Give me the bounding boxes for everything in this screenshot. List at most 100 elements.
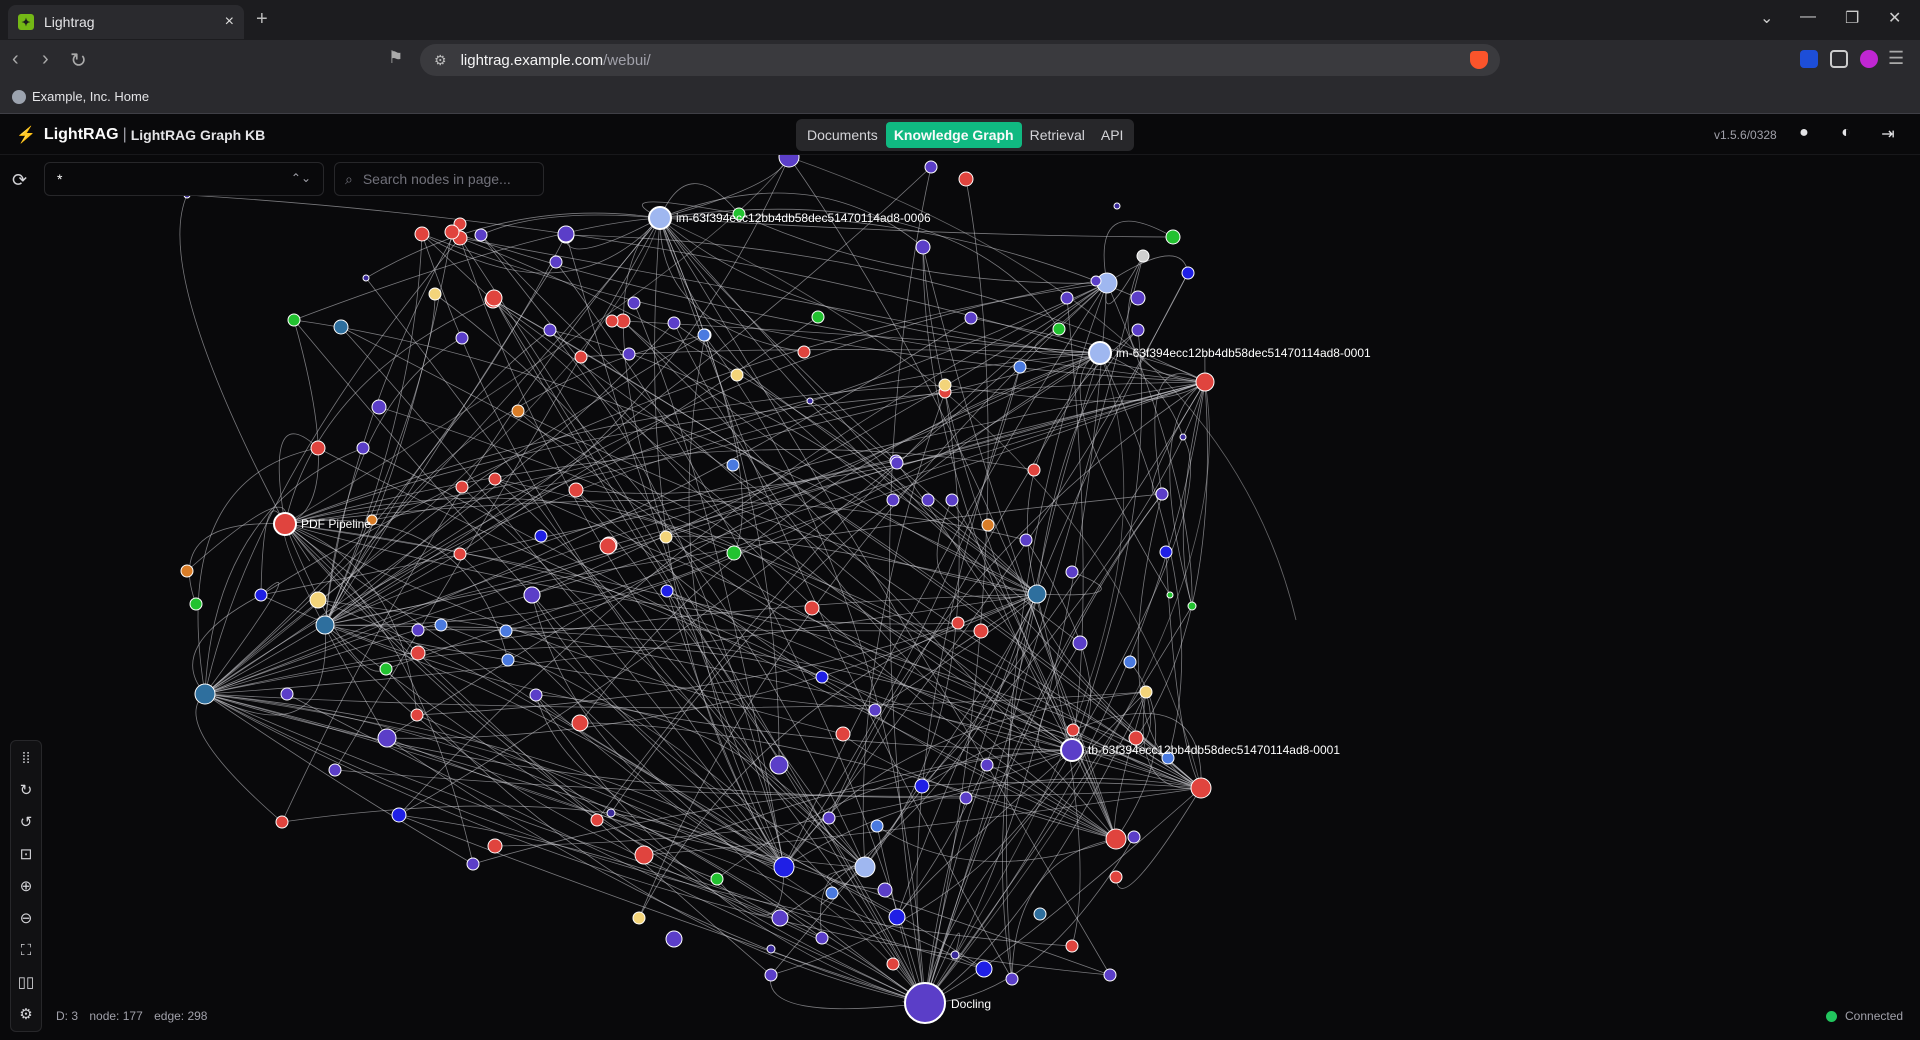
graph-node[interactable] xyxy=(362,274,370,282)
search-input[interactable] xyxy=(360,170,521,188)
graph-node[interactable] xyxy=(804,600,820,616)
graph-node[interactable] xyxy=(778,155,800,168)
graph-node[interactable] xyxy=(1013,360,1027,374)
graph-node[interactable] xyxy=(981,518,995,532)
graph-node[interactable] xyxy=(1113,202,1121,210)
graph-node[interactable] xyxy=(605,314,619,328)
legend-icon[interactable]: ▯▯ xyxy=(11,969,41,995)
graph-node[interactable] xyxy=(1190,777,1212,799)
graph-node[interactable] xyxy=(815,670,829,684)
graph-node[interactable] xyxy=(854,856,876,878)
graph-node[interactable] xyxy=(1123,655,1137,669)
graph-node[interactable] xyxy=(410,708,424,722)
bookmark-icon[interactable]: ⚑ xyxy=(388,48,403,68)
graph-node[interactable] xyxy=(455,331,469,345)
graph-node[interactable] xyxy=(886,493,900,507)
graph-node[interactable] xyxy=(1105,828,1127,850)
graph-node[interactable] xyxy=(574,350,588,364)
graph-node[interactable] xyxy=(659,530,673,544)
graph-node[interactable] xyxy=(1195,372,1215,392)
graph-node[interactable] xyxy=(501,653,515,667)
graph-node[interactable] xyxy=(915,239,931,255)
graph-node[interactable] xyxy=(806,397,814,405)
brand[interactable]: ⚡ LightRAG | LightRAG Graph KB xyxy=(16,125,265,145)
graph-node[interactable] xyxy=(950,950,960,960)
graph-node[interactable] xyxy=(1052,322,1066,336)
graph-node[interactable] xyxy=(1065,565,1079,579)
graph-node[interactable] xyxy=(1165,229,1181,245)
forward-icon[interactable]: › xyxy=(42,48,49,71)
graph-node[interactable] xyxy=(1136,249,1150,263)
graph-node[interactable] xyxy=(511,404,525,418)
graph-node[interactable] xyxy=(180,564,194,578)
graph-node[interactable] xyxy=(571,714,589,732)
graph-node[interactable] xyxy=(1066,723,1080,737)
graph-node[interactable] xyxy=(665,930,683,948)
graph-node[interactable] xyxy=(888,908,906,926)
graph-node[interactable] xyxy=(488,472,502,486)
node-search[interactable]: ⌕ xyxy=(334,162,544,196)
graph-node[interactable] xyxy=(310,440,326,456)
bookmark-item[interactable]: Example, Inc. Home xyxy=(32,89,149,104)
graph-node[interactable] xyxy=(1130,290,1146,306)
graph-node[interactable] xyxy=(568,482,584,498)
graph-node[interactable] xyxy=(590,813,604,827)
fullscreen-icon[interactable]: ⛶ xyxy=(11,937,41,963)
profile-icon[interactable] xyxy=(1860,50,1878,68)
graph-node[interactable] xyxy=(391,807,407,823)
graph-canvas[interactable]: im-63f394ecc12bb4db58dec51470114ad8-0006… xyxy=(0,155,1920,1040)
graph-node[interactable] xyxy=(1088,341,1112,365)
graph-node[interactable] xyxy=(975,960,993,978)
graph-node[interactable] xyxy=(315,615,335,635)
graph-node[interactable] xyxy=(921,493,935,507)
graph-svg[interactable]: im-63f394ecc12bb4db58dec51470114ad8-0006… xyxy=(0,155,1920,1040)
graph-node[interactable] xyxy=(945,493,959,507)
brave-shield-icon[interactable] xyxy=(1470,51,1488,69)
graph-node[interactable] xyxy=(958,171,974,187)
graph-node[interactable] xyxy=(634,845,654,865)
graph-node[interactable] xyxy=(648,206,672,230)
graph-node[interactable] xyxy=(1187,601,1197,611)
graph-node[interactable] xyxy=(434,618,448,632)
graph-node[interactable] xyxy=(1155,487,1169,501)
graph-node[interactable] xyxy=(622,347,636,361)
graph-node[interactable] xyxy=(1027,584,1047,604)
new-tab-button[interactable]: + xyxy=(256,8,268,31)
graph-node[interactable] xyxy=(904,982,946,1024)
logout-icon[interactable]: ⇥ xyxy=(1878,124,1898,144)
graph-node[interactable] xyxy=(333,319,349,335)
graph-node[interactable] xyxy=(1060,738,1084,762)
graph-node[interactable] xyxy=(627,296,641,310)
graph-node[interactable] xyxy=(444,224,460,240)
graph-node[interactable] xyxy=(379,662,393,676)
graph-node[interactable] xyxy=(938,378,952,392)
graph-label-select[interactable]: * ⌃⌄ xyxy=(44,162,324,196)
tab-knowledge-graph[interactable]: Knowledge Graph xyxy=(885,122,1022,148)
browser-tab[interactable]: ✦ Lightrag × xyxy=(8,5,244,39)
palette-icon[interactable]: ◐ xyxy=(1836,124,1856,144)
rotate-ccw-icon[interactable]: ↺ xyxy=(11,809,41,835)
graph-node[interactable] xyxy=(523,586,541,604)
graph-node[interactable] xyxy=(1019,533,1033,547)
bitwarden-icon[interactable] xyxy=(1800,50,1818,68)
graph-node[interactable] xyxy=(410,645,426,661)
extensions-icon[interactable] xyxy=(1830,50,1848,68)
close-window-icon[interactable]: ✕ xyxy=(1888,8,1901,28)
graph-node[interactable] xyxy=(1179,433,1187,441)
graph-node[interactable] xyxy=(870,819,884,833)
tab-api[interactable]: API xyxy=(1093,122,1132,148)
tab-search-icon[interactable]: ⌄ xyxy=(1760,8,1773,28)
graph-node[interactable] xyxy=(534,529,548,543)
graph-node[interactable] xyxy=(697,328,711,342)
graph-node[interactable] xyxy=(667,316,681,330)
graph-node[interactable] xyxy=(371,399,387,415)
graph-node[interactable] xyxy=(726,545,742,561)
graph-node[interactable] xyxy=(1139,685,1153,699)
graph-node[interactable] xyxy=(287,313,301,327)
graph-node[interactable] xyxy=(1181,266,1195,280)
tab-retrieval[interactable]: Retrieval xyxy=(1022,122,1093,148)
settings-icon[interactable]: ⚙ xyxy=(11,1001,41,1027)
graph-node[interactable] xyxy=(964,311,978,325)
refresh-icon[interactable]: ⟳ xyxy=(12,170,27,191)
address-bar[interactable]: ⚙ lightrag.example.com/webui/ xyxy=(420,44,1500,76)
